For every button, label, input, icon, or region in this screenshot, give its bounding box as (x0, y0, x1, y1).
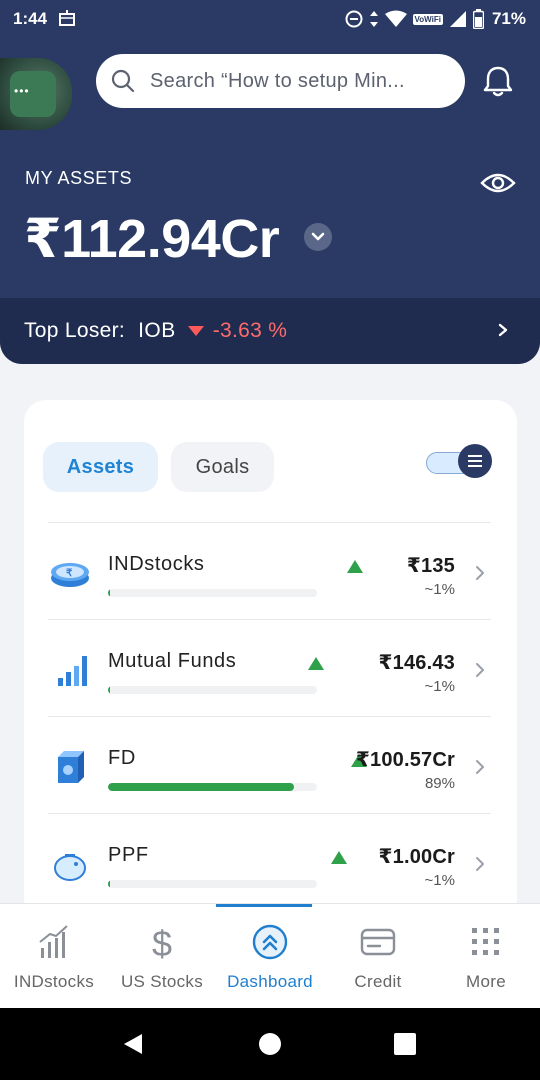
allocation-bar (108, 880, 317, 888)
header: 1:44 VoWiFi 71% ••• Search “How to setup… (0, 0, 540, 364)
status-bar: 1:44 VoWiFi 71% (0, 0, 540, 38)
data-arrows-icon (369, 11, 378, 27)
asset-row-indstocks[interactable]: ₹ INDstocks ₹135 ~1% (24, 523, 517, 620)
allocation-bar (108, 589, 317, 597)
eye-icon[interactable] (480, 168, 516, 198)
tab-goals[interactable]: Goals (171, 442, 274, 492)
top-loser-label: Top Loser: (24, 319, 126, 342)
chevron-right-icon (476, 857, 484, 871)
allocation-bar (108, 686, 317, 694)
asset-percent: ~1% (424, 678, 455, 695)
asset-name: INDstocks (108, 553, 205, 575)
search-icon (111, 69, 135, 93)
battery-icon (472, 9, 484, 29)
view-toggle-knob[interactable] (458, 444, 492, 478)
chart-bars-icon (39, 925, 68, 958)
asset-value: ₹1.00Cr (378, 846, 455, 868)
dashboard-chevrons-icon (252, 924, 288, 960)
wifi-icon (384, 10, 407, 27)
status-icons: VoWiFi 71% (345, 8, 526, 30)
top-loser-change: -3.63 % (212, 319, 288, 342)
asset-percent: ~1% (424, 581, 455, 598)
nav-item-more[interactable]: More (432, 904, 540, 1009)
avatar[interactable]: ••• (0, 58, 72, 130)
chevron-down-icon (311, 232, 325, 241)
grid-dots-icon (472, 928, 499, 955)
svg-text:$: $ (152, 923, 172, 962)
nav-label: US Stocks (120, 972, 204, 991)
status-time: 1:44 (13, 9, 48, 28)
allocation-fill (108, 783, 294, 791)
asset-value: ₹100.57Cr (355, 749, 455, 771)
nav-item-us-stocks[interactable]: $ US Stocks (108, 904, 216, 1009)
up-triangle-icon (308, 657, 324, 670)
tab-assets[interactable]: Assets (43, 442, 158, 492)
down-triangle-icon (187, 326, 204, 336)
vowifi-badge: VoWiFi (412, 13, 443, 25)
asset-percent: 89% (424, 775, 455, 792)
assets-card: Assets Goals ₹ INDstocks ₹135 ~1% Mutual… (24, 400, 517, 920)
asset-name: FD (108, 747, 136, 769)
chevron-right-icon (476, 566, 484, 580)
asset-name: Mutual Funds (108, 650, 237, 672)
nav-item-indstocks[interactable]: INDstocks (0, 904, 108, 1009)
top-loser-name: IOB (138, 319, 176, 342)
home-icon[interactable] (259, 1033, 281, 1055)
notification-bell-icon[interactable] (480, 64, 516, 100)
bottom-nav: INDstocks $ US Stocks Dashboard Credit M… (0, 903, 540, 1008)
calendar-icon (59, 10, 75, 26)
allocation-fill (108, 686, 110, 694)
system-nav-bar (0, 1008, 540, 1080)
nav-label: Credit (354, 972, 402, 991)
do-not-disturb-icon (345, 10, 363, 28)
asset-name: PPF (108, 844, 149, 866)
search-bar[interactable] (96, 54, 465, 108)
chevron-right-icon (498, 323, 508, 337)
asset-value: ₹146.43 (378, 652, 455, 674)
back-icon[interactable] (122, 1032, 144, 1056)
list-icon (468, 455, 482, 467)
search-input[interactable] (150, 69, 450, 93)
svg-text:₹: ₹ (66, 568, 73, 579)
credit-card-icon (360, 928, 396, 956)
coin-icon: ₹ (51, 563, 89, 587)
safe-box-icon (58, 751, 84, 783)
dollar-icon: $ (152, 923, 172, 962)
my-assets-label: MY ASSETS (25, 168, 133, 188)
chevron-right-icon (476, 663, 484, 677)
asset-row-fd[interactable]: FD ₹100.57Cr 89% (24, 717, 517, 814)
chevron-right-icon (476, 760, 484, 774)
nav-label: More (466, 972, 506, 991)
battery-percent: 71% (491, 9, 526, 28)
asset-row-mutual-funds[interactable]: Mutual Funds ₹146.43 ~1% (24, 620, 517, 717)
expand-total-button[interactable] (304, 223, 332, 251)
nav-item-dashboard[interactable]: Dashboard (216, 904, 324, 1009)
asset-value: ₹135 (406, 555, 455, 577)
total-assets-value: ₹112.94Cr (24, 209, 280, 269)
up-triangle-icon (331, 851, 347, 864)
nav-label: Dashboard (227, 972, 313, 991)
up-triangle-icon (347, 560, 363, 573)
allocation-fill (108, 589, 110, 597)
piggy-bank-icon (54, 854, 86, 881)
bar-growth-icon (58, 656, 87, 686)
allocation-fill (108, 880, 110, 888)
nav-item-credit[interactable]: Credit (324, 904, 432, 1009)
top-loser-bar[interactable]: Top Loser: IOB -3.63 % (0, 298, 540, 364)
signal-icon (449, 11, 466, 27)
nav-label: INDstocks (13, 972, 95, 991)
asset-row-ppf[interactable]: PPF ₹1.00Cr ~1% (24, 814, 517, 911)
recents-icon[interactable] (394, 1033, 416, 1055)
asset-percent: ~1% (424, 872, 455, 889)
allocation-bar (108, 783, 317, 791)
